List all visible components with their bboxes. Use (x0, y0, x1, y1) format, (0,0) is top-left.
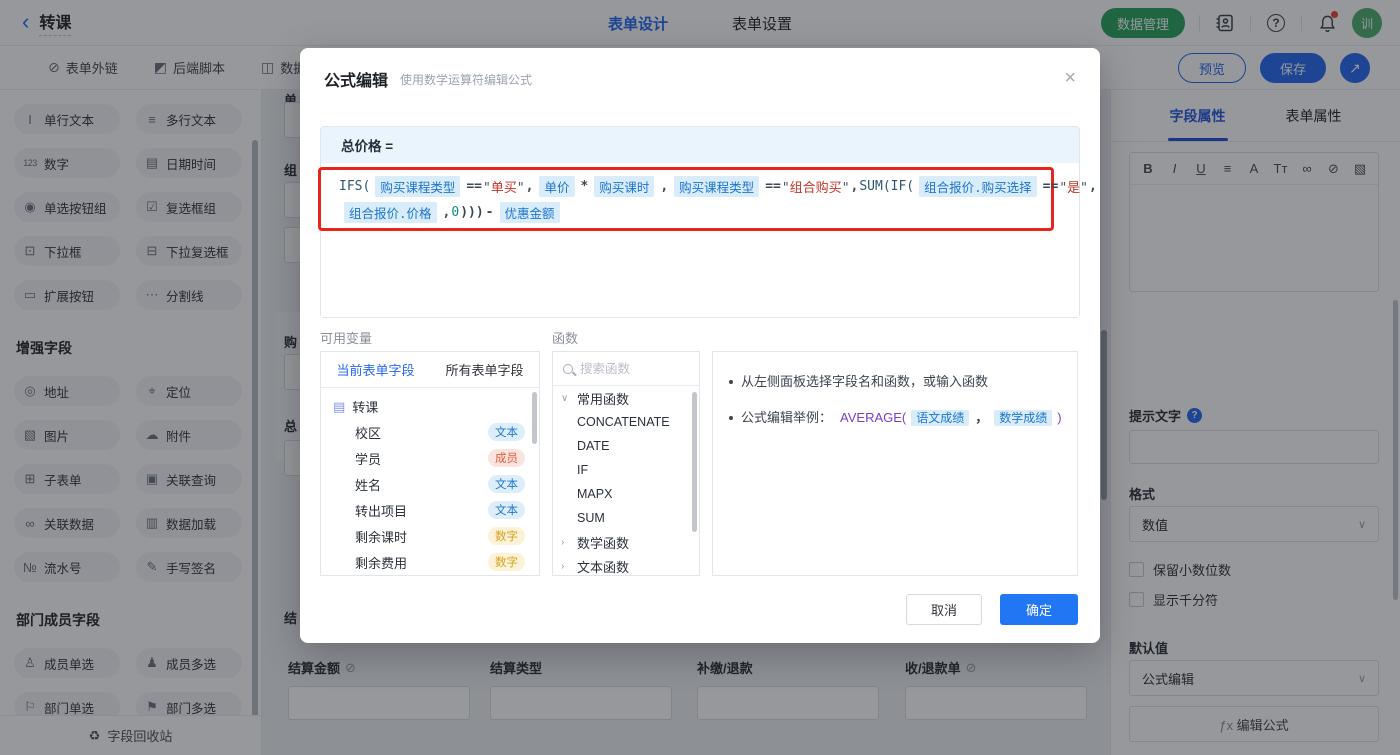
functions-label: 函数 (552, 331, 579, 346)
help-line-1: 从左侧面板选择字段名和函数，或输入函数 (729, 372, 1063, 392)
formula-token: 0 (451, 204, 460, 220)
formula-token: , (1089, 178, 1097, 194)
function-group-label: 文本函数 (577, 559, 630, 575)
confirm-button[interactable]: 确定 (1000, 594, 1078, 625)
field-chip[interactable]: 单价 (539, 175, 575, 197)
function-group-label: 数学函数 (577, 535, 630, 551)
formula-input-area[interactable]: IFS(购买课程类型==单买,单价*购买课时,购买课程类型==组合购买,SUM(… (318, 163, 1097, 317)
field-chip[interactable]: 组合报价.价格 (344, 201, 437, 223)
formula-token: SUM(IF( (859, 178, 915, 194)
formula-editor-box: 总价格 = IFS(购买课程类型==单买,单价*购买课时,购买课程类型==组合购… (318, 126, 1097, 318)
function-item-date[interactable]: DATE (553, 434, 699, 458)
help-line-2: 公式编辑举例： AVERAGE(语文成绩，数学成绩) (729, 408, 1063, 428)
variables-tabs: 当前表单字段 所有表单字段 (321, 352, 539, 388)
formula-token: == (1042, 178, 1059, 194)
formula-token: ， (975, 410, 989, 425)
field-chip[interactable]: 数学成绩 (994, 410, 1053, 426)
function-group-collapsed[interactable]: › 文本函数 (553, 554, 699, 575)
modal-header: 公式编辑 使用数学运算符编辑公式 × (300, 48, 1100, 110)
variable-type-badge: 文本 (488, 501, 525, 519)
variable-row[interactable]: 校区 文本 (321, 419, 539, 445)
field-chip[interactable]: 优惠金额 (499, 201, 560, 223)
formula-token: - (485, 204, 494, 220)
variable-row[interactable]: 转出项目 文本 (321, 497, 539, 523)
formula-line-1: IFS(购买课程类型==单买,单价*购买课时,购买课程类型==组合购买,SUM(… (339, 175, 1098, 197)
formula-token: , (525, 178, 534, 194)
formula-token: * (580, 178, 589, 194)
variable-name: 转出项目 (355, 503, 408, 519)
formula-token: 是 (1059, 177, 1088, 196)
modal-title: 公式编辑 (324, 73, 389, 90)
formula-token: IFS( (339, 178, 371, 194)
tab-all-form-fields[interactable]: 所有表单字段 (430, 352, 539, 387)
form-root-node[interactable]: ▤ 转课 (321, 388, 539, 419)
formula-token: , (660, 178, 669, 194)
cancel-button[interactable]: 取消 (906, 594, 982, 625)
variable-name: 校区 (355, 425, 382, 441)
functions-scrollbar-thumb[interactable] (692, 392, 697, 532)
functions-panel: ∨ 常用函数 CONCATENATEDATEIFMAPXSUM › 数学函数 › 文本函数 (552, 351, 700, 576)
function-search-input[interactable] (580, 361, 680, 376)
modal-footer: 取消 确定 (906, 594, 1078, 625)
variable-type-badge: 文本 (488, 423, 525, 441)
formula-token: , (850, 178, 859, 194)
variable-name: 剩余课时 (355, 529, 408, 545)
formula-target: 总价格 = (321, 127, 1079, 163)
formula-help-panel: 从左侧面板选择字段名和函数，或输入函数 公式编辑举例： AVERAGE(语文成绩，… (712, 351, 1078, 576)
formula-token: AVERAGE( (840, 410, 907, 425)
field-chip[interactable]: 语文成绩 (911, 410, 970, 426)
variable-row[interactable]: 学员 成员 (321, 445, 539, 471)
field-chip[interactable]: 购买课程类型 (674, 175, 760, 197)
variable-type-badge: 数字 (488, 553, 525, 571)
variable-row[interactable]: 剩余费用 数字 (321, 549, 539, 575)
variable-row[interactable]: 剩余课时 数字 (321, 523, 539, 549)
function-group-label: 常用函数 (577, 391, 630, 407)
formula-token: ))) (460, 204, 484, 220)
function-group-expanded[interactable]: ∨ 常用函数 (553, 386, 699, 410)
function-item-concatenate[interactable]: CONCATENATE (553, 410, 699, 434)
variables-label: 可用变量 (320, 331, 373, 346)
field-chip[interactable]: 组合报价.购买选择 (919, 175, 1037, 197)
form-file-icon: ▤ (333, 398, 346, 414)
formula-token: 单买 (483, 177, 525, 196)
field-chip[interactable]: 购买课时 (594, 175, 655, 197)
modal-subtitle: 使用数学运算符编辑公式 (400, 72, 533, 87)
tab-current-form-fields[interactable]: 当前表单字段 (321, 352, 430, 387)
function-search (553, 352, 699, 386)
variable-row[interactable]: 姓名 文本 (321, 471, 539, 497)
formula-token: 组合购买 (782, 177, 850, 196)
formula-token: == (466, 178, 482, 194)
variable-type-badge: 文本 (488, 475, 525, 493)
chevron-right-icon: › (561, 560, 565, 572)
variable-type-badge: 数字 (488, 527, 525, 545)
formula-editor-modal: 公式编辑 使用数学运算符编辑公式 × 总价格 = IFS(购买课程类型==单买,… (300, 48, 1100, 643)
bullet (729, 380, 733, 384)
function-item-sum[interactable]: SUM (553, 506, 699, 530)
variable-name: 姓名 (355, 477, 382, 493)
close-icon[interactable]: × (1064, 68, 1076, 88)
variable-name: 学员 (355, 451, 382, 467)
formula-token: , (442, 204, 451, 220)
function-item-if[interactable]: IF (553, 458, 699, 482)
variable-name: 剩余费用 (355, 555, 408, 571)
formula-line-2: 组合报价.价格, 0))) - 优惠金额 (339, 201, 565, 223)
variables-panel: 当前表单字段 所有表单字段 ▤ 转课 校区 文本 学员 成员 姓名 文本 转出项目 文本 剩余课… (320, 351, 540, 576)
search-icon (563, 363, 573, 374)
chevron-down-icon: ∨ (561, 392, 569, 404)
formula-token: ) (1057, 410, 1062, 425)
function-group-collapsed[interactable]: › 数学函数 (553, 530, 699, 554)
function-item-mapx[interactable]: MAPX (553, 482, 699, 506)
chevron-right-icon: › (561, 536, 565, 548)
bullet (729, 416, 733, 420)
formula-token: == (765, 178, 781, 194)
field-chip[interactable]: 购买课程类型 (375, 175, 461, 197)
variable-type-badge: 成员 (488, 449, 525, 467)
variables-scrollbar-thumb[interactable] (532, 392, 537, 444)
